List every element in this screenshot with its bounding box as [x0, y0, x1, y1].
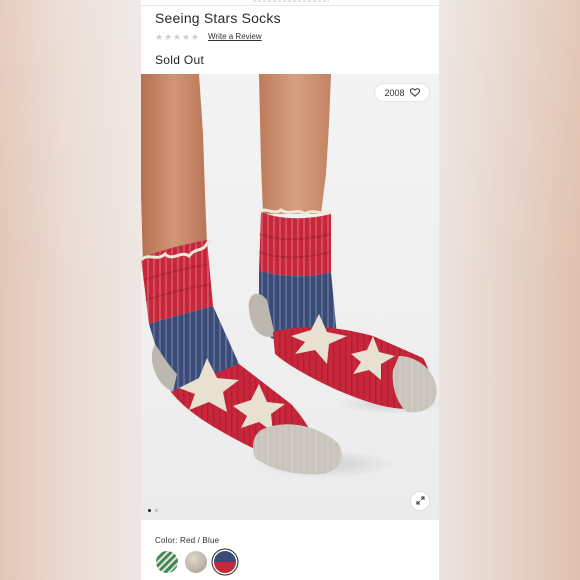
star-icon: ★ — [173, 31, 182, 42]
slide-indicator — [148, 509, 158, 512]
swatch-green-stripe[interactable] — [156, 551, 178, 573]
swatch-red-blue[interactable] — [214, 551, 236, 573]
heart-icon — [409, 84, 420, 102]
color-label: Color: Red / Blue — [155, 536, 220, 545]
product-panel: Seeing Stars Socks ★ ★ ★ ★ ★ Write a Rev… — [141, 0, 439, 580]
header-divider — [141, 0, 439, 6]
slide-dot[interactable] — [155, 509, 158, 512]
expand-icon — [416, 492, 425, 510]
rating-stars: ★ ★ ★ ★ ★ — [155, 31, 200, 42]
favorite-button[interactable]: 2008 — [375, 84, 429, 101]
rating-row: ★ ★ ★ ★ ★ Write a Review — [155, 32, 262, 41]
write-review-link[interactable]: Write a Review — [208, 32, 262, 41]
right-leg — [259, 74, 331, 214]
swatch-oatmeal[interactable] — [185, 551, 207, 573]
favorite-count: 2008 — [384, 87, 405, 98]
slide-dot-active[interactable] — [148, 509, 151, 512]
left-leg — [141, 74, 207, 269]
star-icon: ★ — [155, 31, 164, 42]
right-sock — [248, 208, 437, 413]
star-icon: ★ — [164, 31, 173, 42]
product-title: Seeing Stars Socks — [155, 10, 281, 26]
star-icon: ★ — [191, 31, 200, 42]
header-ghost-text — [253, 0, 329, 2]
expand-button[interactable] — [411, 492, 429, 510]
stock-status: Sold Out — [155, 53, 205, 67]
color-swatches — [156, 551, 236, 573]
socks-photo — [141, 74, 439, 478]
product-image[interactable]: 2008 — [141, 74, 439, 520]
star-icon: ★ — [182, 31, 191, 42]
